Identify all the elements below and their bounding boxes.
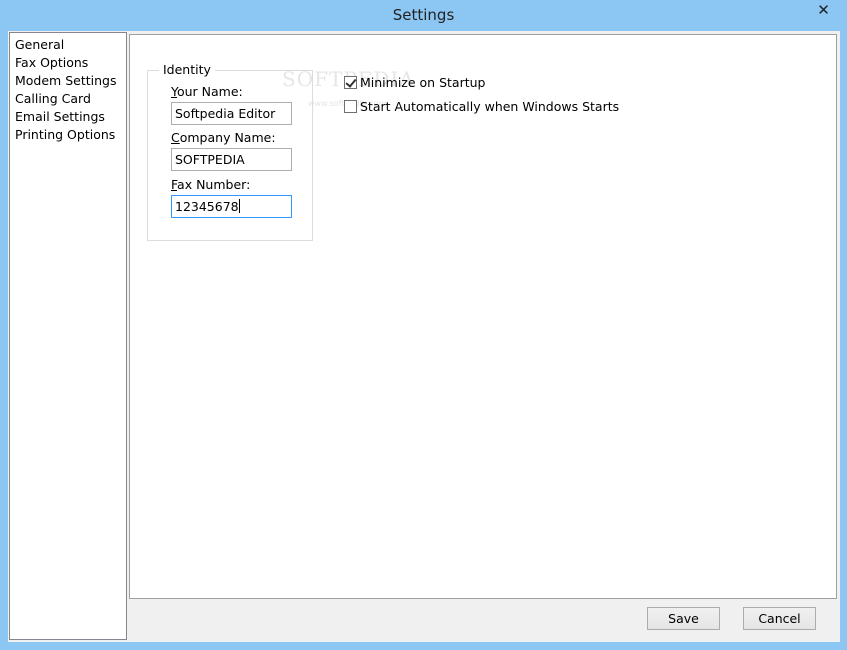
close-icon: ✕ <box>817 1 830 19</box>
minimize-on-startup-checkbox[interactable] <box>344 76 357 89</box>
title-bar: Settings ✕ <box>0 0 847 31</box>
sidebar-item-general[interactable]: General <box>10 36 126 54</box>
identity-groupbox: Identity Your Name: Softpedia Editor Com… <box>147 62 313 241</box>
sidebar-item-calling-card[interactable]: Calling Card <box>10 90 126 108</box>
identity-group-title: Identity <box>159 62 215 77</box>
general-settings-panel: SOFTPEDIA www.softpedia.com Identity You… <box>129 34 837 599</box>
start-automatically-checkbox[interactable] <box>344 100 357 113</box>
start-automatically-label: Start Automatically when Windows Starts <box>360 99 620 114</box>
close-button[interactable]: ✕ <box>808 0 839 21</box>
sidebar-item-modem-settings[interactable]: Modem Settings <box>10 72 126 90</box>
fax-number-input[interactable]: 12345678 <box>171 195 292 218</box>
your-name-label: Your Name: <box>171 84 243 99</box>
fax-number-label: Fax Number: <box>171 177 251 192</box>
window-title: Settings <box>392 6 455 24</box>
settings-content-area: SOFTPEDIA www.softpedia.com Identity You… <box>128 31 840 642</box>
sidebar-item-printing-options[interactable]: Printing Options <box>10 126 126 144</box>
save-button[interactable]: Save <box>647 607 720 630</box>
text-caret <box>238 199 240 213</box>
start-automatically-option[interactable]: Start Automatically when Windows Starts <box>344 99 619 114</box>
dialog-client-area: General Fax Options Modem Settings Calli… <box>8 31 840 642</box>
cancel-button[interactable]: Cancel <box>743 607 816 630</box>
settings-category-list[interactable]: General Fax Options Modem Settings Calli… <box>9 32 127 640</box>
minimize-on-startup-label: Minimize on Startup <box>360 75 486 90</box>
minimize-on-startup-option[interactable]: Minimize on Startup <box>344 75 485 90</box>
sidebar-item-email-settings[interactable]: Email Settings <box>10 108 126 126</box>
company-name-input[interactable]: SOFTPEDIA <box>171 148 292 171</box>
company-name-label: Company Name: <box>171 130 276 145</box>
your-name-input[interactable]: Softpedia Editor <box>171 102 292 125</box>
sidebar-item-fax-options[interactable]: Fax Options <box>10 54 126 72</box>
